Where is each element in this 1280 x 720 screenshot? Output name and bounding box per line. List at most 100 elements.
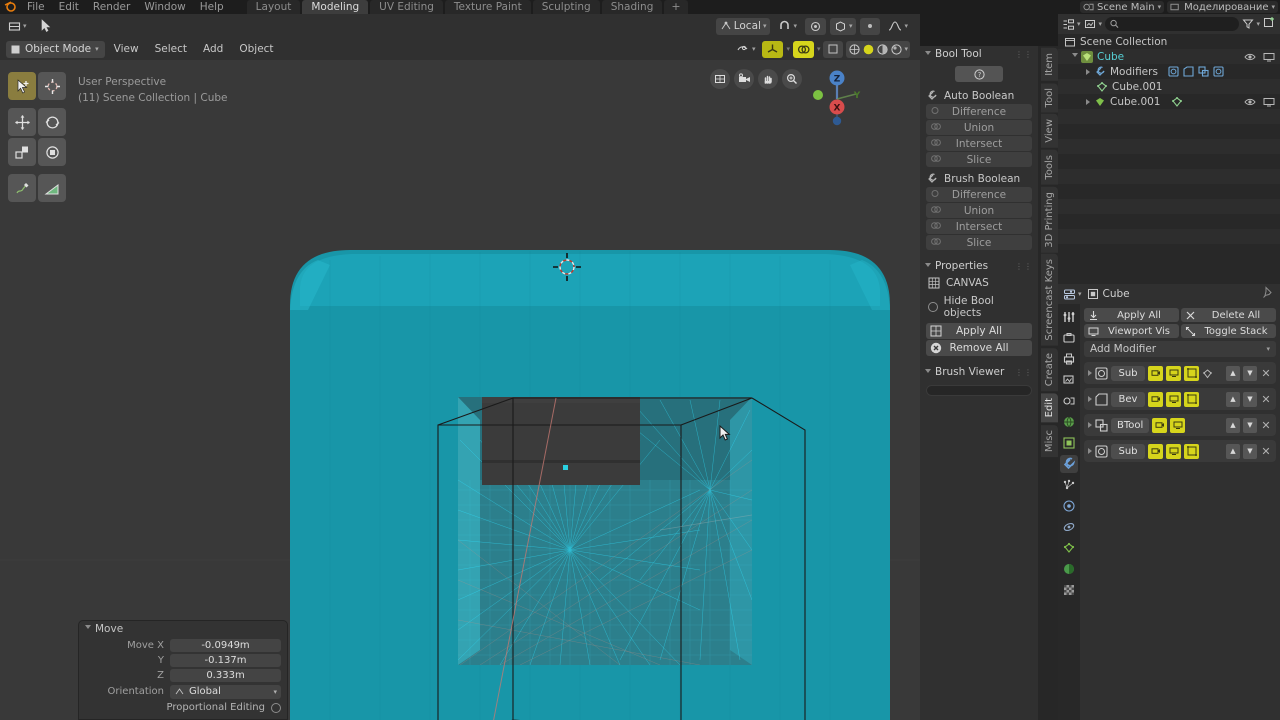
modifier-row-btool[interactable]: BTool ▲ ▼ ✕: [1084, 414, 1276, 436]
properties-tab-render[interactable]: [1060, 329, 1078, 347]
modifier-name[interactable]: Bev: [1111, 391, 1145, 407]
modifier-delete-button[interactable]: ✕: [1260, 393, 1272, 406]
annotate-tool-button[interactable]: [8, 174, 36, 202]
modifier-name[interactable]: Sub: [1111, 365, 1145, 381]
hide-bool-objects-row[interactable]: Hide Bool objects: [920, 292, 1038, 322]
sidebar-tab-view[interactable]: View: [1041, 114, 1058, 148]
rendered-shading-icon[interactable]: [890, 43, 903, 56]
menu-render[interactable]: Render: [86, 0, 137, 14]
camera-perspective-icon[interactable]: [710, 69, 730, 89]
solid-shading-icon[interactable]: [862, 43, 875, 56]
modifier-edit-mode-toggle[interactable]: [1184, 443, 1199, 459]
modifier-viewport-toggle[interactable]: [1170, 417, 1186, 433]
snap-toggle[interactable]: ▾: [774, 18, 801, 35]
canvas-row[interactable]: CANVAS: [920, 274, 1038, 292]
pin-button[interactable]: [1262, 286, 1275, 302]
bevel-modifier-icon[interactable]: [1183, 66, 1194, 77]
add-workspace-button[interactable]: +: [664, 0, 688, 14]
viewport-canvas[interactable]: User Perspective (11) Scene Collection |…: [0, 60, 920, 720]
properties-tab-data[interactable]: [1060, 539, 1078, 557]
outliner-row-cube[interactable]: Cube: [1058, 49, 1280, 64]
modifier-move-up-button[interactable]: ▲: [1226, 365, 1240, 381]
transform-orientation-selector[interactable]: Local ▾: [715, 17, 771, 35]
disclosure-triangle-icon[interactable]: [1088, 422, 1092, 428]
viewport-menu-add[interactable]: Add: [196, 38, 230, 60]
eye-icon[interactable]: [1244, 97, 1256, 107]
proportional-editing-checkbox[interactable]: [271, 702, 281, 713]
mesh-data-icon[interactable]: [1171, 96, 1183, 108]
breadcrumb[interactable]: Cube: [1087, 288, 1130, 300]
visibility-toggle[interactable]: ▾: [732, 41, 760, 58]
pan-view-icon[interactable]: [758, 69, 778, 89]
disclosure-triangle-icon[interactable]: [1088, 396, 1092, 402]
outliner-editor-type[interactable]: ▾: [1062, 18, 1081, 31]
auto-boolean-intersect-button[interactable]: Intersect: [926, 136, 1032, 151]
workspace-tab-sculpting[interactable]: Sculpting: [532, 0, 600, 14]
add-modifier-dropdown[interactable]: Add Modifier ▾: [1084, 341, 1276, 357]
modifier-viewport-toggle[interactable]: [1166, 443, 1181, 459]
brush-boolean-union-button[interactable]: Union: [926, 203, 1032, 218]
modifier-delete-button[interactable]: ✕: [1260, 419, 1272, 432]
auto-boolean-difference-button[interactable]: Difference: [926, 104, 1032, 119]
properties-tab-scene[interactable]: [1060, 392, 1078, 410]
viewport-menu-view[interactable]: View: [107, 38, 146, 60]
brush-boolean-slice-button[interactable]: Slice: [926, 235, 1032, 250]
scale-tool-button[interactable]: [8, 138, 36, 166]
chevron-down-icon[interactable]: ▾: [817, 45, 821, 53]
chevron-down-icon[interactable]: ▾: [904, 45, 908, 53]
sidebar-tab-edit[interactable]: Edit: [1041, 393, 1058, 423]
outliner-row-mesh-data[interactable]: Cube.001: [1058, 79, 1280, 94]
properties-tab-modifier[interactable]: [1060, 455, 1078, 473]
outliner-row-scene-collection[interactable]: Scene Collection: [1058, 34, 1280, 49]
outliner-row-cube-001[interactable]: Cube.001: [1058, 94, 1280, 109]
boolean-modifier-icon[interactable]: [1198, 66, 1209, 77]
subsurf-modifier-icon-2[interactable]: [1213, 66, 1224, 77]
editor-type-button[interactable]: ▾: [4, 18, 31, 35]
apply-all-modifiers-button[interactable]: Apply All: [1084, 308, 1179, 322]
outliner-display-mode[interactable]: ▾: [1084, 18, 1102, 31]
disclosure-triangle-icon[interactable]: [1088, 370, 1092, 376]
zoom-view-icon[interactable]: [782, 69, 802, 89]
xray-toggle[interactable]: [823, 40, 844, 58]
modifier-edit-mode-toggle[interactable]: [1184, 391, 1199, 407]
modifier-render-toggle[interactable]: [1148, 443, 1163, 459]
modifier-render-toggle[interactable]: [1148, 365, 1163, 381]
menu-edit[interactable]: Edit: [52, 0, 86, 14]
wireframe-shading-icon[interactable]: [848, 43, 861, 56]
modifier-row-sub-2[interactable]: Sub ▲ ▼ ✕: [1084, 440, 1276, 462]
properties-tab-object[interactable]: [1060, 434, 1078, 452]
gizmo-toggle[interactable]: [762, 40, 784, 58]
apply-all-button[interactable]: Apply All: [926, 323, 1032, 339]
workspace-tab-layout[interactable]: Layout: [246, 0, 301, 14]
scene-selector[interactable]: Scene Main ▾: [1080, 1, 1165, 13]
properties-tab-tool[interactable]: [1060, 308, 1078, 326]
outliner-search-input[interactable]: [1105, 17, 1240, 31]
transform-tool-button[interactable]: [38, 138, 66, 166]
vertex-icon[interactable]: [1202, 368, 1213, 379]
hide-bool-objects-checkbox[interactable]: [928, 302, 938, 312]
modifier-row-sub-1[interactable]: Sub ▲ ▼ ✕: [1084, 362, 1276, 384]
modifier-move-down-button[interactable]: ▼: [1243, 443, 1257, 459]
modifier-move-down-button[interactable]: ▼: [1243, 365, 1257, 381]
help-button[interactable]: ?: [955, 66, 1003, 82]
modifier-delete-button[interactable]: ✕: [1260, 445, 1272, 458]
subsurf-modifier-icon[interactable]: [1168, 66, 1179, 77]
modifier-row-bevel[interactable]: Bev ▲ ▼ ✕: [1084, 388, 1276, 410]
move-z-value[interactable]: 0.333m: [170, 669, 281, 682]
disclosure-triangle-icon[interactable]: [1086, 98, 1090, 105]
modifier-move-up-button[interactable]: ▲: [1226, 417, 1240, 433]
blender-logo-icon[interactable]: [4, 1, 20, 13]
brush-boolean-intersect-button[interactable]: Intersect: [926, 219, 1032, 234]
sidebar-tab-misc[interactable]: Misc: [1041, 424, 1058, 457]
brush-viewer-list[interactable]: [926, 385, 1032, 396]
disclosure-triangle-icon[interactable]: [1088, 448, 1092, 454]
sidebar-tab-3d-printing[interactable]: 3D Printing: [1041, 186, 1058, 253]
sidebar-tab-tools[interactable]: Tools: [1041, 149, 1058, 185]
operator-panel-header[interactable]: Move: [79, 621, 287, 636]
viewport-menu-select[interactable]: Select: [148, 38, 194, 60]
properties-tab-constraints[interactable]: [1060, 518, 1078, 536]
workspace-tab-texture-paint[interactable]: Texture Paint: [444, 0, 531, 14]
menu-file[interactable]: File: [20, 0, 52, 14]
menu-help[interactable]: Help: [193, 0, 231, 14]
modifier-name[interactable]: Sub: [1111, 443, 1145, 459]
